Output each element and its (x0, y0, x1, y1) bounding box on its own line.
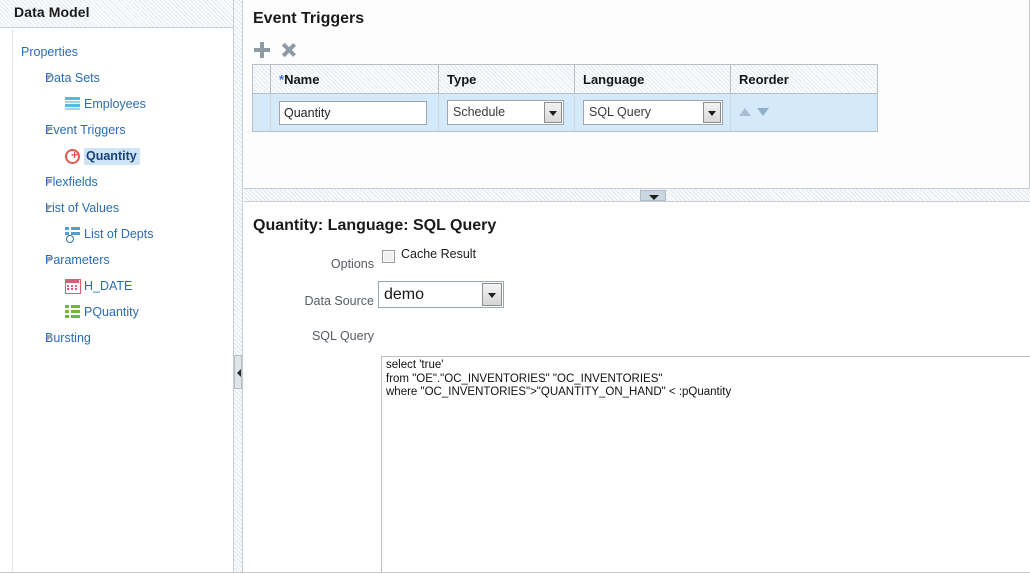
data-source-label: Data Source (304, 294, 374, 308)
tree-item-data-sets[interactable]: Data Sets (13, 65, 236, 91)
tree-item-label: List of Depts (84, 227, 154, 241)
sidebar-header: Data Model (0, 0, 236, 28)
chevron-down-icon[interactable] (544, 102, 562, 123)
tree-item-properties[interactable]: Properties (13, 39, 236, 65)
add-trigger-button[interactable] (252, 40, 274, 62)
trigger-detail-panel: Quantity: Language: SQL Query Options Ca… (244, 203, 1030, 573)
tree-item-label: PQuantity (84, 305, 139, 319)
tree-item-quantity[interactable]: Quantity (13, 143, 236, 169)
chevron-down-icon[interactable] (703, 102, 721, 123)
dataset-icon (65, 97, 80, 110)
lov-icon (65, 227, 80, 243)
cell-reorder (731, 94, 877, 131)
cache-result-label[interactable]: Cache Result (401, 247, 476, 261)
tree-item-h-date[interactable]: H_DATE (13, 273, 236, 299)
trigger-name-input[interactable] (279, 100, 427, 125)
page-title: Data Model (14, 4, 90, 20)
tree-item-label: H_DATE (84, 279, 133, 293)
tree-item-label: Quantity (84, 148, 140, 165)
date-icon (65, 279, 81, 294)
options-label: Options (330, 257, 374, 271)
param-icon (65, 305, 80, 318)
data-model-tree: Properties Data Sets Employees Event Trigge… (13, 39, 236, 351)
tree-item-label: Event Triggers (45, 123, 126, 137)
expander-triangle-icon[interactable] (47, 179, 53, 185)
tree-item-parameters[interactable]: Parameters (13, 247, 236, 273)
tree-item-list-of-depts[interactable]: List of Depts (13, 221, 236, 247)
trigger-icon (65, 149, 80, 164)
data-source-select[interactable]: demo (378, 281, 504, 308)
event-triggers-panel: Event Triggers *Name Type Language Reord… (244, 0, 1030, 188)
event-triggers-heading: Event Triggers (253, 10, 365, 27)
sidebar: Data Model Properties Data Sets Employees E… (0, 0, 236, 573)
trigger-type-select[interactable]: Schedule (447, 100, 564, 125)
tree-item-label: Data Sets (45, 71, 100, 85)
vertical-splitter[interactable] (233, 0, 243, 573)
tree-item-bursting[interactable]: Bursting (13, 325, 236, 351)
sql-query-textarea[interactable]: select 'true' from "OE"."OC_INVENTORIES"… (381, 356, 1030, 573)
tree-item-event-triggers[interactable]: Event Triggers (13, 117, 236, 143)
tree-item-label: Employees (84, 97, 146, 111)
event-triggers-toolbar (252, 40, 300, 64)
tree-item-label: List of Values (45, 201, 120, 215)
column-header-reorder[interactable]: Reorder (731, 65, 877, 94)
column-header-type[interactable]: Type (439, 65, 575, 94)
cache-result-checkbox[interactable] (382, 250, 395, 263)
horizontal-splitter[interactable] (244, 188, 1030, 202)
tree-item-label: Parameters (45, 253, 110, 267)
expander-triangle-icon[interactable] (47, 127, 53, 133)
trigger-language-value: SQL Query (589, 105, 652, 119)
chevron-down-icon[interactable] (482, 283, 502, 306)
table-header-row: *Name Type Language Reorder (253, 65, 877, 94)
column-header-name[interactable]: *Name (271, 65, 439, 94)
trigger-language-select[interactable]: SQL Query (583, 100, 723, 125)
cell-name (271, 94, 439, 131)
table-row[interactable]: Schedule SQL Query (253, 94, 877, 131)
row-select-cell[interactable] (253, 94, 271, 131)
header-select-column (253, 65, 271, 94)
sql-query-text: select 'true' from "OE"."OC_INVENTORIES"… (386, 359, 732, 398)
cell-language: SQL Query (575, 94, 731, 131)
tree-item-label: Properties (21, 45, 78, 59)
column-header-language[interactable]: Language (575, 65, 731, 94)
tree-item-flexfields[interactable]: Flexfields (13, 169, 236, 195)
expander-triangle-icon[interactable] (47, 257, 53, 263)
expander-triangle-icon[interactable] (47, 75, 53, 81)
sql-query-label: SQL Query (311, 329, 374, 343)
tree-item-pquantity[interactable]: PQuantity (13, 299, 236, 325)
tree-item-list-of-values[interactable]: List of Values (13, 195, 236, 221)
collapse-left-icon[interactable] (234, 355, 242, 389)
sidebar-body: Properties Data Sets Employees Event Trigge… (12, 29, 235, 573)
expander-triangle-icon[interactable] (47, 335, 53, 341)
column-header-name-label: Name (284, 71, 320, 87)
delete-trigger-button[interactable] (278, 40, 300, 62)
tree-item-employees[interactable]: Employees (13, 91, 236, 117)
move-up-icon[interactable] (739, 108, 751, 117)
trigger-detail-heading: Quantity: Language: SQL Query (253, 217, 497, 234)
expander-triangle-icon[interactable] (47, 205, 53, 211)
cell-type: Schedule (439, 94, 575, 131)
data-model-page: Data Model Properties Data Sets Employees E… (0, 0, 1030, 573)
move-down-icon[interactable] (757, 108, 770, 117)
collapse-down-icon[interactable] (640, 190, 666, 201)
event-triggers-table: *Name Type Language Reorder Schedule (252, 64, 878, 132)
